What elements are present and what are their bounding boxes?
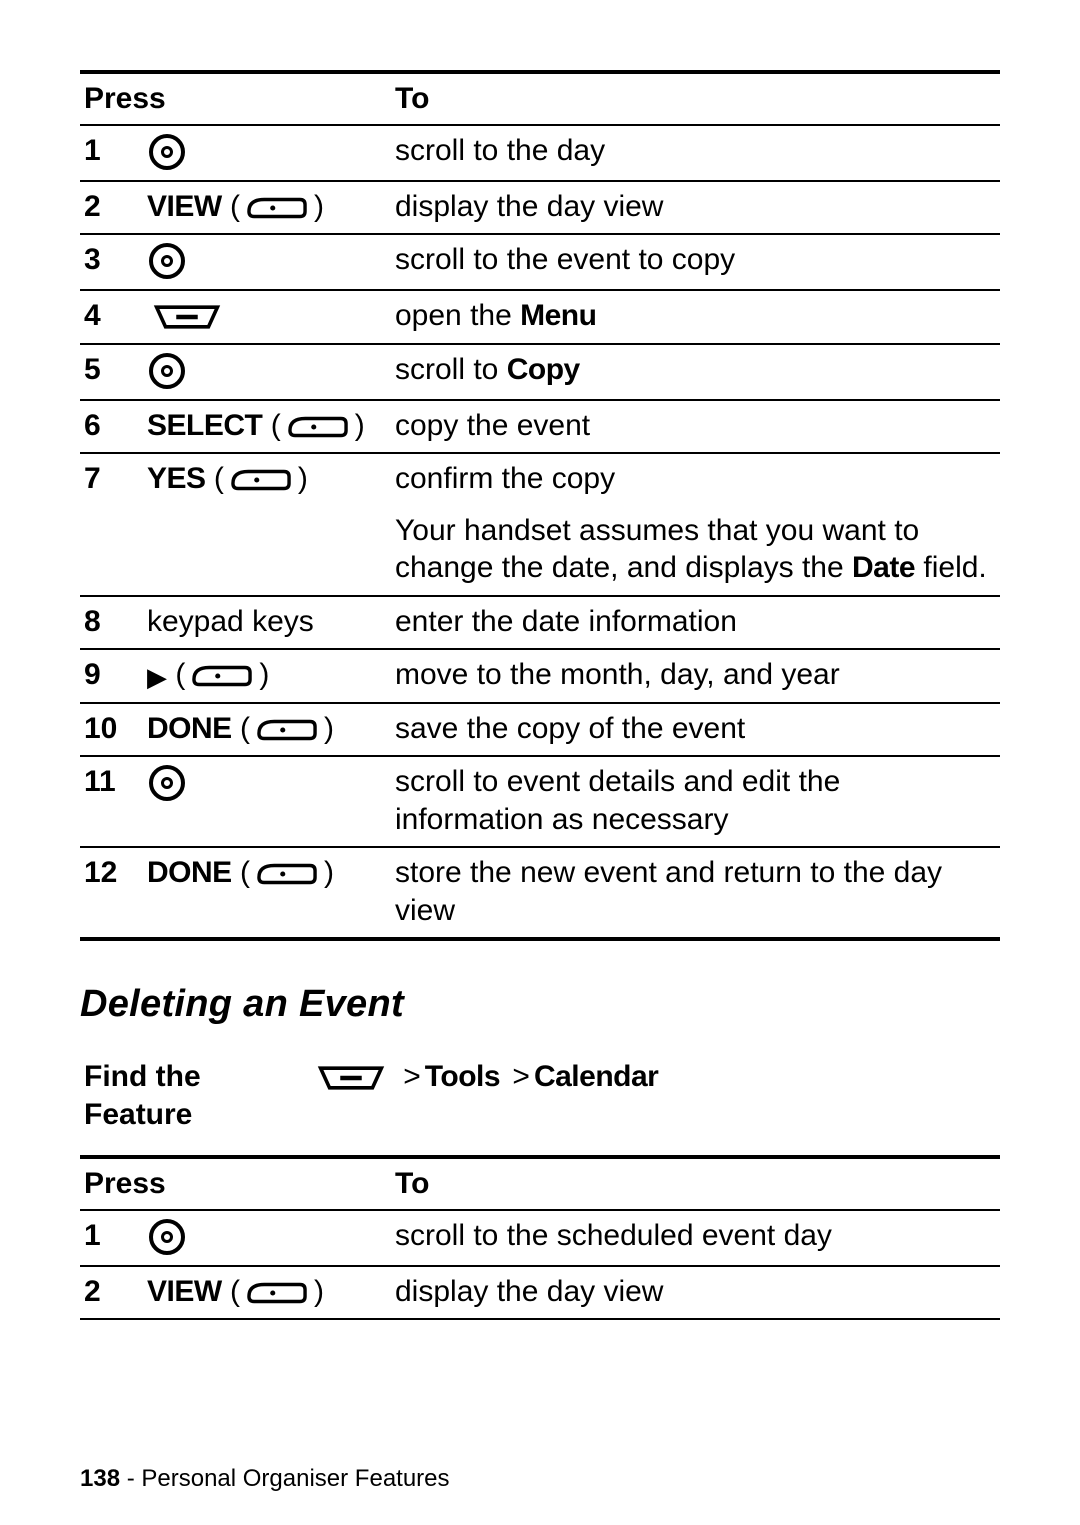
step-description: display the day view — [391, 1266, 1000, 1320]
step-number: 6 — [84, 409, 101, 442]
table-row: Your handset assumes that you want to ch… — [80, 506, 1000, 596]
find-the-feature: Find the Feature >Tools >Calendar — [80, 1052, 1000, 1155]
find-feature-label: Find the Feature — [84, 1060, 201, 1131]
step-number: 2 — [84, 190, 101, 223]
header-press: Press — [80, 72, 391, 125]
header-press: Press — [80, 1157, 391, 1210]
manual-page: Press To 1 scroll to the day 2 VIEW () d… — [0, 0, 1080, 1525]
keypad-label: keypad keys — [143, 596, 391, 650]
step-description: save the copy of the event — [391, 703, 1000, 757]
softkey-icon — [240, 1276, 314, 1310]
step-number: 3 — [84, 243, 101, 276]
menu-key-icon — [147, 300, 227, 334]
step-number: 8 — [84, 605, 101, 638]
softkey-icon — [281, 410, 355, 444]
scroll-icon — [147, 132, 187, 172]
softkey-icon — [250, 857, 324, 891]
page-footer: 138 - Personal Organiser Features — [80, 1465, 450, 1493]
right-arrow-icon: ▶ — [147, 661, 167, 694]
softkey-label: VIEW — [147, 1275, 222, 1308]
step-number: 2 — [84, 1275, 101, 1308]
step-description: scroll to Copy — [391, 344, 1000, 400]
table-row: 9 ▶ () move to the month, day, and year — [80, 649, 1000, 703]
step-description: scroll to the scheduled event day — [391, 1210, 1000, 1266]
step-number: 5 — [84, 353, 101, 386]
step-description: store the new event and return to the da… — [391, 847, 1000, 939]
step-number: 12 — [84, 856, 117, 889]
softkey-label: SELECT — [147, 409, 262, 442]
step-description: scroll to the event to copy — [391, 234, 1000, 290]
scroll-icon — [147, 763, 187, 803]
scroll-icon — [147, 351, 187, 391]
table-row: 5 scroll to Copy — [80, 344, 1000, 400]
step-number: 11 — [84, 765, 116, 798]
softkey-icon — [185, 659, 259, 693]
page-number: 138 — [80, 1465, 120, 1492]
step-number: 7 — [84, 462, 101, 495]
step-description: confirm the copy — [391, 453, 1000, 506]
table-row: 8 keypad keys enter the date information — [80, 596, 1000, 650]
step-description: enter the date information — [391, 596, 1000, 650]
step-description: scroll to the day — [391, 125, 1000, 181]
table-row: 11 scroll to event details and edit the … — [80, 756, 1000, 847]
menu-key-icon — [311, 1061, 391, 1095]
step-description: display the day view — [391, 181, 1000, 235]
table-row: 1 scroll to the scheduled event day — [80, 1210, 1000, 1266]
scroll-icon — [147, 241, 187, 281]
steps-table-1: Press To 1 scroll to the day 2 VIEW () d… — [80, 70, 1000, 941]
header-to: To — [391, 72, 1000, 125]
softkey-label: YES — [147, 462, 206, 495]
step-number: 9 — [84, 658, 101, 691]
table-row: 10 DONE () save the copy of the event — [80, 703, 1000, 757]
softkey-icon — [250, 713, 324, 747]
step-note: Your handset assumes that you want to ch… — [391, 506, 1000, 596]
table-row: 3 scroll to the event to copy — [80, 234, 1000, 290]
step-description: copy the event — [391, 400, 1000, 454]
table-header: Press To — [80, 72, 1000, 125]
scroll-icon — [147, 1217, 187, 1257]
step-number: 1 — [84, 1219, 101, 1252]
softkey-label: DONE — [147, 712, 232, 745]
step-number: 4 — [84, 299, 101, 332]
softkey-icon — [224, 463, 298, 497]
table-row: 6 SELECT () copy the event — [80, 400, 1000, 454]
find-feature-path: >Tools >Calendar — [307, 1052, 1000, 1155]
table-row: 4 open the Menu — [80, 290, 1000, 344]
softkey-label: DONE — [147, 856, 232, 889]
softkey-label: VIEW — [147, 190, 222, 223]
table-row: 2 VIEW () display the day view — [80, 181, 1000, 235]
table-row: 1 scroll to the day — [80, 125, 1000, 181]
softkey-icon — [240, 191, 314, 225]
steps-table-2: Press To 1 scroll to the scheduled event… — [80, 1155, 1000, 1320]
step-description: move to the month, day, and year — [391, 649, 1000, 703]
footer-section: Personal Organiser Features — [141, 1465, 449, 1492]
step-description: scroll to event details and edit the inf… — [391, 756, 1000, 847]
header-to: To — [391, 1157, 1000, 1210]
step-description: open the Menu — [391, 290, 1000, 344]
table-row: 2 VIEW () display the day view — [80, 1266, 1000, 1320]
step-number: 1 — [84, 134, 101, 167]
table-header: Press To — [80, 1157, 1000, 1210]
table-row: 12 DONE () store the new event and retur… — [80, 847, 1000, 939]
step-number: 10 — [84, 712, 117, 745]
table-row: 7 YES () confirm the copy — [80, 453, 1000, 506]
section-heading: Deleting an Event — [80, 983, 1000, 1026]
